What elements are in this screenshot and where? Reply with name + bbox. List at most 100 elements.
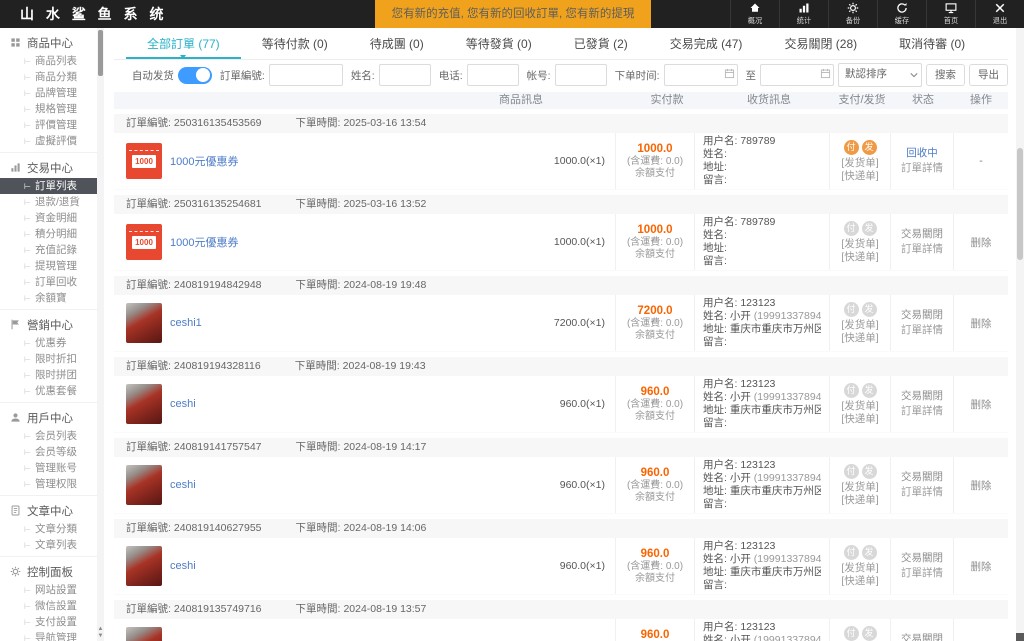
sidebar-item[interactable]: ⊢ 訂單列表 (0, 178, 97, 194)
express-link[interactable]: [快递单] (841, 575, 878, 588)
product-name-link[interactable]: 1000元優惠券 (170, 234, 238, 250)
main-scrollbar-thumb[interactable] (1017, 148, 1023, 260)
order-row: 1000 1000元優惠券 1000.0(×1) 1000.0 (含運費: 0.0) 余額… (114, 133, 1008, 190)
main-scrollbar[interactable] (1016, 28, 1024, 641)
ship-order-link[interactable]: [发货单] (841, 481, 878, 494)
sort-select[interactable]: 默認排序 (838, 63, 922, 87)
topbar-action-logout[interactable]: 退出 (975, 0, 1024, 28)
order-detail-link[interactable]: 訂單詳情 (901, 323, 943, 338)
sidebar-item[interactable]: ⊢ 管理账号 (0, 460, 97, 476)
sidebar-section-header[interactable]: 交易中心 (0, 157, 97, 178)
pay-method: 余額支付 (635, 573, 675, 584)
order-detail-link[interactable]: 訂單詳情 (901, 566, 943, 581)
sidebar-item[interactable]: ⊢ 充值記錄 (0, 242, 97, 258)
product-name-link[interactable]: ceshi (170, 398, 196, 410)
order-row: ceshi 960.0(×1) 960.0 (含運費: 0.0) 余額支付 用户名: 12… (114, 538, 1008, 595)
sidebar-item[interactable]: ⊢ 限时折扣 (0, 351, 97, 367)
sidebar-item[interactable]: ⊢ 規格管理 (0, 101, 97, 117)
delete-link[interactable]: 删除 (971, 478, 992, 493)
sidebar-item[interactable]: ⊢ 限时拼团 (0, 367, 97, 383)
sidebar-item[interactable]: ⊢ 評價管理 (0, 117, 97, 133)
tab[interactable]: 全部訂單 (77) (126, 31, 241, 59)
sidebar-section-header[interactable]: 用戶中心 (0, 407, 97, 428)
sidebar-item[interactable]: ⊢ 管理权限 (0, 476, 97, 492)
auto-ship-toggle[interactable] (177, 66, 212, 84)
express-link[interactable]: [快递单] (841, 251, 878, 264)
sidebar-item[interactable]: ⊢ 虛擬評價 (0, 133, 97, 149)
product-name-link[interactable]: ceshi1 (170, 317, 202, 329)
sidebar-item[interactable]: ⊢ 商品列表 (0, 53, 97, 69)
topbar-action-homepage[interactable]: 首页 (926, 0, 975, 28)
sidebar-item[interactable]: ⊢ 会员等级 (0, 444, 97, 460)
sidebar-item-label: 充值記錄 (34, 244, 77, 256)
sidebar-item[interactable]: ⊢ 导航管理 (0, 630, 97, 641)
delete-link[interactable]: 删除 (971, 316, 992, 331)
sidebar-section-header[interactable]: 營銷中心 (0, 314, 97, 335)
order-detail-link[interactable]: 訂單詳情 (901, 485, 943, 500)
notification-banner[interactable]: 您有新的充值, 您有新的回收訂單, 您有新的提現 (375, 0, 651, 28)
topbar-action-backup[interactable]: 备份 (828, 0, 877, 28)
tab[interactable]: 取消待審 (0) (878, 31, 986, 59)
order-status[interactable]: 回收中 (906, 146, 938, 161)
tab[interactable]: 交易關閉 (28) (763, 31, 878, 59)
sidebar-item[interactable]: ⊢ 文章分類 (0, 521, 97, 537)
tab[interactable]: 等待付款 (0) (241, 31, 349, 59)
product-qty: 960.0(×1) (559, 398, 605, 410)
ship-order-link[interactable]: [发货单] (841, 157, 878, 170)
tab[interactable]: 已發貨 (2) (553, 31, 649, 59)
sidebar-item[interactable]: ⊢ 提現管理 (0, 258, 97, 274)
sidebar-item[interactable]: ⊢ 商品分類 (0, 69, 97, 85)
scroll-down-icon[interactable]: ▼ (97, 633, 104, 640)
sidebar-item[interactable]: ⊢ 積分明細 (0, 226, 97, 242)
name-input[interactable] (378, 64, 431, 86)
order-detail-link[interactable]: 訂單詳情 (901, 161, 943, 176)
sidebar-item[interactable]: ⊢ 余額寶 (0, 290, 97, 306)
sidebar-item[interactable]: ⊢ 网站設置 (0, 582, 97, 598)
sidebar-item[interactable]: ⊢ 文章列表 (0, 537, 97, 553)
ship-order-link[interactable]: [发货单] (841, 562, 878, 575)
sidebar-item[interactable]: ⊢ 資金明細 (0, 210, 97, 226)
express-link[interactable]: [快递单] (841, 494, 878, 507)
tab[interactable]: 等待發貨 (0) (445, 31, 553, 59)
sidebar-section-header[interactable]: 商品中心 (0, 32, 97, 53)
topbar-action-stats[interactable]: 统计 (779, 0, 828, 28)
express-link[interactable]: [快递单] (841, 170, 878, 183)
sidebar-item[interactable]: ⊢ 会员列表 (0, 428, 97, 444)
sidebar-item[interactable]: ⊢ 訂單回收 (0, 274, 97, 290)
account-input[interactable] (554, 64, 607, 86)
export-button[interactable]: 导出 (969, 64, 1008, 86)
sidebar-item[interactable]: ⊢ 微信設置 (0, 598, 97, 614)
sidebar-item[interactable]: ⊢ 退款/退貨 (0, 194, 97, 210)
topbar-action-overview[interactable]: 概况 (730, 0, 779, 28)
ship-order-link[interactable]: [发货单] (841, 238, 878, 251)
sidebar-section-header[interactable]: 文章中心 (0, 500, 97, 521)
sidebar-item[interactable]: ⊢ 品牌管理 (0, 85, 97, 101)
delete-link[interactable]: 删除 (971, 397, 992, 412)
express-link[interactable]: [快递单] (841, 332, 878, 345)
order-detail-link[interactable]: 訂單詳情 (901, 242, 943, 257)
tab[interactable]: 待成團 (0) (349, 31, 445, 59)
sidebar-scrollbar-thumb[interactable] (98, 30, 103, 76)
scroll-up-icon[interactable]: ▲ (97, 626, 104, 633)
user-info-label: 姓名: (703, 229, 727, 241)
order-detail-link[interactable]: 訂單詳情 (901, 404, 943, 419)
sidebar-item[interactable]: ⊢ 支付設置 (0, 614, 97, 630)
search-button[interactable]: 搜索 (926, 64, 965, 86)
tab[interactable]: 交易完成 (47) (649, 31, 764, 59)
order-no-input[interactable] (268, 64, 343, 86)
ship-order-link[interactable]: [发货单] (841, 319, 878, 332)
product-name-link[interactable]: ceshi (170, 479, 196, 491)
ship-order-link[interactable]: [发货单] (841, 400, 878, 413)
user-info-label: 地址: (703, 161, 727, 173)
sidebar-item[interactable]: ⊢ 优惠套餐 (0, 383, 97, 399)
product-name-link[interactable]: 1000元優惠券 (170, 153, 238, 169)
topbar-action-cache[interactable]: 缓存 (877, 0, 926, 28)
phone-input[interactable] (466, 64, 519, 86)
sidebar-scrollbar[interactable]: ▲ ▼ (97, 28, 104, 641)
delete-link[interactable]: 删除 (971, 235, 992, 250)
sidebar-item[interactable]: ⊢ 优惠券 (0, 335, 97, 351)
sidebar-section-header[interactable]: 控制面板 (0, 561, 97, 582)
express-link[interactable]: [快递单] (841, 413, 878, 426)
product-name-link[interactable]: ceshi (170, 560, 196, 572)
delete-link[interactable]: 删除 (971, 559, 992, 574)
